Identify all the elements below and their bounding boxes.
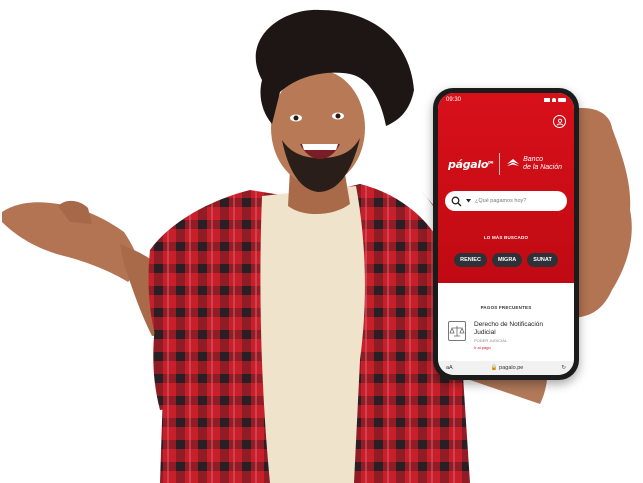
battery-icon	[558, 98, 566, 102]
user-icon[interactable]	[553, 115, 566, 128]
wifi-icon	[552, 98, 556, 102]
user-glyph	[556, 118, 563, 126]
banco-nacion-logo: Banco de la Nación	[506, 156, 562, 172]
reload-icon[interactable]: ↻	[561, 365, 566, 371]
search-placeholder: ¿Qué pagamos hoy?	[475, 198, 527, 204]
url-text: 🔒 pagalo.pe	[490, 365, 524, 371]
text-size-button[interactable]: aA	[446, 365, 453, 371]
chip-migra[interactable]: MIGRA	[491, 253, 523, 267]
logo-divider	[499, 153, 501, 175]
scales-icon	[449, 326, 465, 337]
status-icons	[544, 98, 566, 102]
banco-nacion-icon	[507, 159, 520, 166]
left-arm	[2, 200, 172, 336]
chip-reniec[interactable]: RENIEC	[454, 253, 487, 267]
status-time: 09:30	[446, 97, 462, 103]
most-searched-label: LO MÁS BUSCADO	[483, 235, 529, 240]
pagalo-logo: págalope	[448, 157, 494, 171]
browser-url-bar[interactable]: aA 🔒 pagalo.pe ↻	[438, 361, 574, 375]
brand-logos: págalope Banco de la Nación	[448, 151, 568, 177]
signal-icon	[544, 98, 550, 102]
chevron-down-icon	[466, 199, 471, 203]
document-icon	[448, 321, 466, 341]
search-icon	[451, 196, 462, 206]
chip-sunat[interactable]: SUNAT	[527, 253, 558, 267]
frequent-item-title: Derecho de Notificación Judicial	[474, 321, 544, 336]
head	[255, 9, 414, 192]
t-shirt	[260, 186, 365, 483]
smartphone: 09:30 págalope Banco de la Nación ¿Qué p…	[433, 88, 579, 380]
frequent-payments-label: PAGOS FRECUENTES	[480, 305, 532, 310]
quick-chips: RENIEC MIGRA SUNAT	[438, 253, 574, 267]
search-input[interactable]: ¿Qué pagamos hoy?	[445, 191, 567, 211]
frequent-payment-item[interactable]: Derecho de Notificación Judicial PODER J…	[448, 321, 566, 350]
frequent-item-tag: Ir al pago	[474, 345, 491, 350]
status-bar: 09:30	[438, 93, 574, 107]
phone-screen: 09:30 págalope Banco de la Nación ¿Qué p…	[438, 93, 574, 375]
banco-nacion-text: Banco de la Nación	[523, 156, 563, 171]
frequent-item-subtitle: PODER JUDICIAL	[474, 338, 508, 343]
